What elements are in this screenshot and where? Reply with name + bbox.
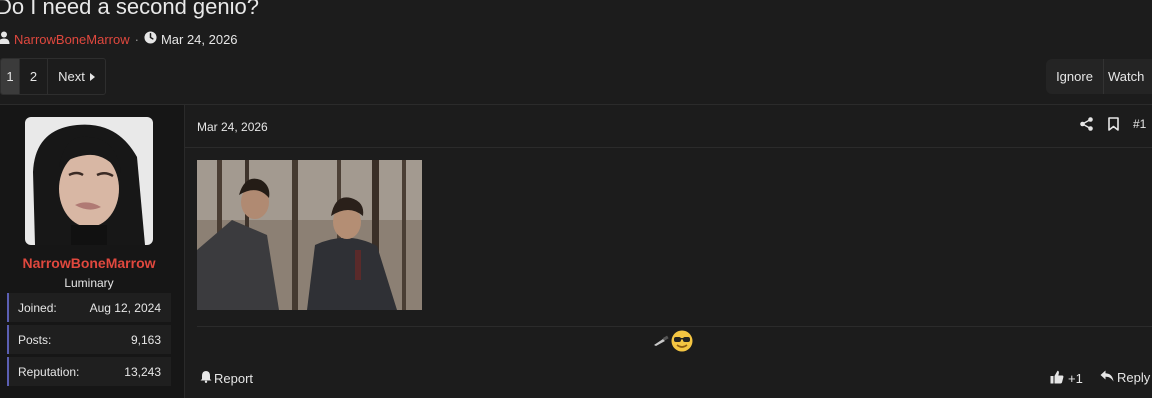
caret-right-icon (89, 69, 95, 84)
avatar[interactable] (25, 117, 153, 245)
divider (185, 147, 1152, 148)
like-label: +1 (1068, 371, 1083, 386)
thumbs-up-icon (1050, 370, 1064, 387)
ignore-button[interactable]: Ignore (1046, 59, 1104, 94)
user-title: Luminary (64, 276, 114, 290)
stat-label: Joined: (18, 300, 57, 315)
post-date[interactable]: Mar 24, 2026 (197, 120, 268, 134)
pagination: 1 2 Next (0, 58, 106, 95)
report-label: Report (214, 370, 254, 386)
thread-meta: NarrowBoneMarrow · Mar 24, 2026 (0, 31, 238, 47)
stat-value: Aug 12, 2024 (89, 300, 161, 315)
next-page-button[interactable]: Next (48, 59, 105, 94)
meta-separator: · (134, 31, 139, 47)
stat-value: 13,243 (124, 364, 161, 379)
stat-posts: Posts: 9,163 (7, 325, 171, 354)
thread-title: Do I need a second genio? (0, 0, 259, 19)
share-icon[interactable] (1078, 117, 1094, 131)
sunglasses-emoji-icon (671, 330, 693, 357)
user-sidebar: NarrowBoneMarrow Luminary Joined: Aug 12… (0, 105, 185, 398)
report-button[interactable]: Report (200, 370, 253, 386)
user-name[interactable]: NarrowBoneMarrow (0, 255, 178, 271)
reply-button[interactable]: Reply (1100, 370, 1150, 385)
like-button[interactable]: +1 (1050, 370, 1083, 387)
reactions-bar[interactable] (653, 330, 693, 357)
stat-reputation: Reputation: 13,243 (7, 357, 171, 386)
post-tools: #1 (1078, 117, 1146, 131)
knife-icon (653, 334, 669, 353)
stat-joined: Joined: Aug 12, 2024 (7, 293, 171, 322)
thread-actions: Ignore Watch (1046, 59, 1152, 94)
watch-button[interactable]: Watch (1104, 59, 1152, 94)
post-image[interactable] (197, 160, 422, 310)
post-number[interactable]: #1 (1133, 117, 1146, 131)
reply-label: Reply (1117, 370, 1151, 385)
thread-date[interactable]: Mar 24, 2026 (161, 32, 238, 47)
bookmark-icon[interactable] (1105, 117, 1121, 131)
next-page-label: Next (58, 69, 85, 84)
user-icon (0, 31, 10, 47)
clock-icon (144, 31, 157, 47)
page-link-2[interactable]: 2 (20, 59, 48, 94)
stat-label: Posts: (18, 332, 52, 347)
bell-icon (200, 370, 212, 386)
stat-label: Reputation: (18, 364, 80, 379)
page-current[interactable]: 1 (1, 59, 20, 94)
divider (197, 326, 1152, 327)
reply-icon (1100, 370, 1114, 385)
thread-author-link[interactable]: NarrowBoneMarrow (14, 32, 130, 47)
stat-value: 9,163 (130, 332, 161, 347)
